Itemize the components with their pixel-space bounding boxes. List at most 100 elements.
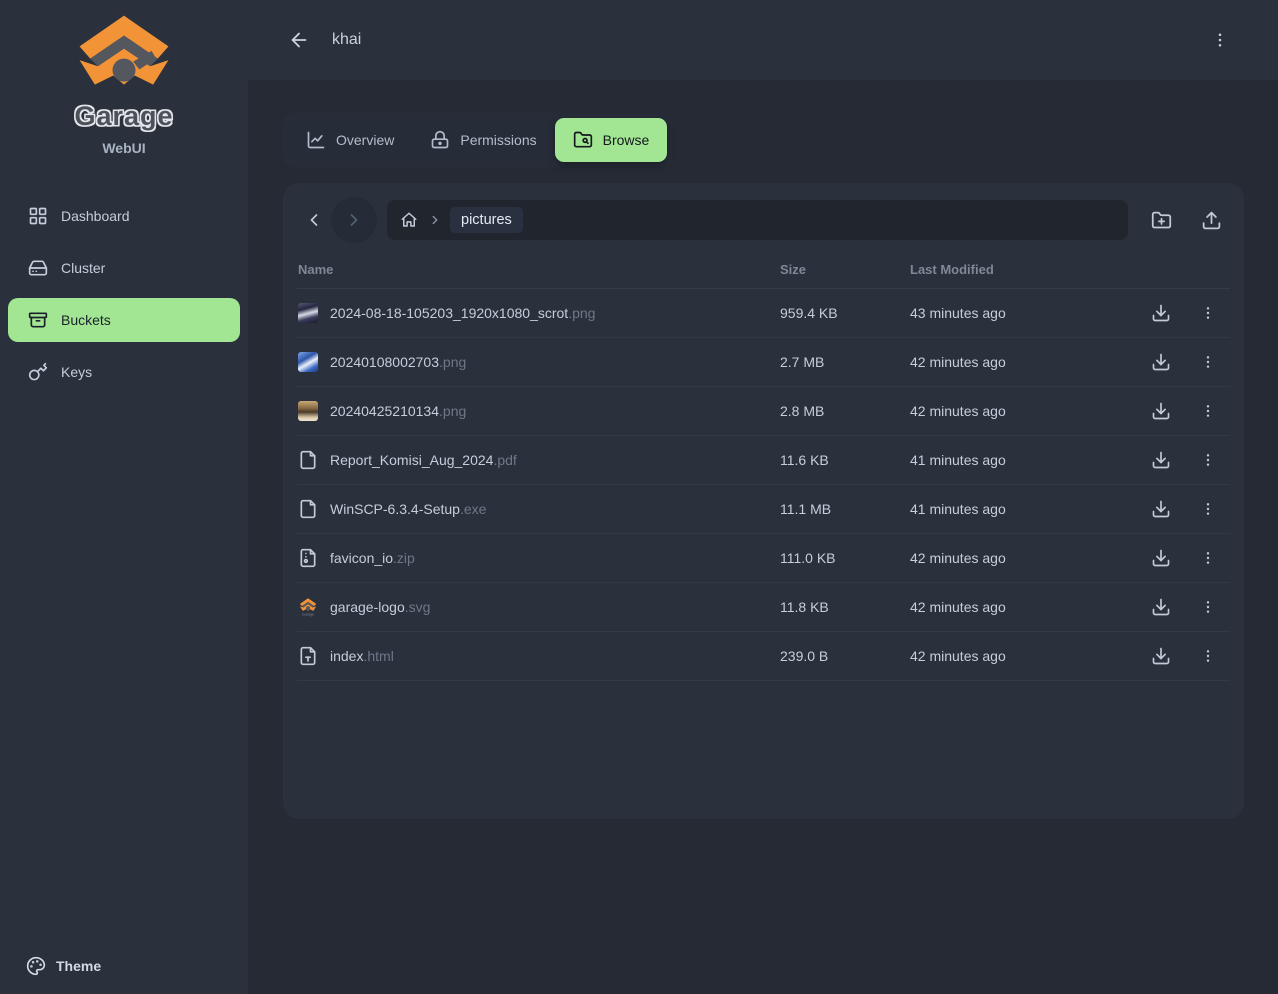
sidebar-item-label: Buckets [61,312,111,328]
download-button[interactable] [1149,644,1173,668]
column-header-name: Name [297,262,780,277]
file-link[interactable]: 20240425210134.png [330,403,466,419]
kebab-menu-icon [1200,452,1216,468]
file-modified: 42 minutes ago [910,550,1135,566]
breadcrumb-folder-pictures[interactable]: pictures [450,207,523,233]
logo-area: Garage WebUI [0,0,248,156]
tab-label: Permissions [460,132,536,148]
image-thumbnail [298,303,318,323]
table-row[interactable]: favicon_io.zip 111.0 KB 42 minutes ago [297,534,1230,583]
tab-label: Overview [336,132,394,148]
download-button[interactable] [1149,497,1173,521]
breadcrumb-home-button[interactable] [400,211,418,229]
upload-icon [1201,210,1222,231]
file-modified: 42 minutes ago [910,403,1135,419]
file-size: 2.8 MB [780,403,910,419]
table-row[interactable]: WinSCP-6.3.4-Setup.exe 11.1 MB 41 minute… [297,485,1230,534]
folder-plus-icon [1151,210,1172,231]
download-button[interactable] [1149,448,1173,472]
garage-webui-app: Garage WebUI Dashboard Cluster [0,0,1278,994]
layout-grid-icon [28,206,48,226]
file-modified: 41 minutes ago [910,452,1135,468]
table-row[interactable]: 2024-08-18-105203_1920x1080_scrot.png 95… [297,289,1230,338]
tab-overview[interactable]: Overview [288,118,412,162]
download-button[interactable] [1149,350,1173,374]
file-name: 2024-08-18-105203_1920x1080_scrot [330,305,568,321]
table-row[interactable]: Garage garage-logo.svg 11.8 KB 42 minute… [297,583,1230,632]
file-extension: .png [439,354,466,370]
tab-permissions[interactable]: Permissions [412,118,554,162]
file-link[interactable]: index.html [330,648,394,664]
bucket-menu-button[interactable] [1207,27,1233,53]
sidebar-item-buckets[interactable]: Buckets [8,298,240,342]
row-menu-button[interactable] [1198,499,1218,519]
file-extension: .png [568,305,595,321]
file-modified: 43 minutes ago [910,305,1135,321]
file-archive-icon [298,548,318,568]
file-name: garage-logo [330,599,405,615]
kebab-menu-icon [1200,501,1216,517]
sidebar-item-label: Dashboard [61,208,130,224]
kebab-menu-icon [1200,599,1216,615]
file-size: 11.8 KB [780,599,910,615]
row-menu-button[interactable] [1198,450,1218,470]
kebab-menu-icon [1200,354,1216,370]
sidebar-item-dashboard[interactable]: Dashboard [8,194,240,238]
palette-icon [26,956,46,976]
image-thumbnail [298,401,318,421]
download-button[interactable] [1149,399,1173,423]
image-thumbnail [298,352,318,372]
history-back-button[interactable] [297,198,331,242]
row-menu-button[interactable] [1198,597,1218,617]
download-button[interactable] [1149,595,1173,619]
file-name: WinSCP-6.3.4-Setup [330,501,460,517]
file-link[interactable]: 20240108002703.png [330,354,466,370]
page-title: khai [332,31,361,49]
file-link[interactable]: WinSCP-6.3.4-Setup.exe [330,501,486,517]
tab-browse[interactable]: Browse [555,118,668,162]
row-menu-button[interactable] [1198,303,1218,323]
row-menu-button[interactable] [1198,548,1218,568]
download-button[interactable] [1149,301,1173,325]
sidebar-item-keys[interactable]: Keys [8,350,240,394]
table-row[interactable]: 20240108002703.png 2.7 MB 42 minutes ago [297,338,1230,387]
table-row[interactable]: Report_Komisi_Aug_2024.pdf 11.6 KB 41 mi… [297,436,1230,485]
kebab-menu-icon [1200,550,1216,566]
file-link[interactable]: 2024-08-18-105203_1920x1080_scrot.png [330,305,595,321]
tab-label: Browse [603,132,650,148]
upload-button[interactable] [1201,210,1222,231]
bucket-header: khai [248,0,1278,80]
download-icon [1151,548,1171,568]
file-link[interactable]: favicon_io.zip [330,550,415,566]
garage-logo-thumbnail: Garage [298,597,318,617]
chevron-right-icon [428,213,442,227]
file-size: 11.6 KB [780,452,910,468]
file-size: 2.7 MB [780,354,910,370]
download-icon [1151,352,1171,372]
row-menu-button[interactable] [1198,352,1218,372]
file-link[interactable]: garage-logo.svg [330,599,430,615]
file-size: 11.1 MB [780,501,910,517]
download-button[interactable] [1149,546,1173,570]
row-menu-button[interactable] [1198,646,1218,666]
file-link[interactable]: Report_Komisi_Aug_2024.pdf [330,452,517,468]
table-row[interactable]: index.html 239.0 B 42 minutes ago [297,632,1230,681]
archive-box-icon [28,310,48,330]
download-icon [1151,401,1171,421]
back-button[interactable] [288,29,310,51]
file-name: 20240425210134 [330,403,439,419]
download-icon [1151,450,1171,470]
row-menu-button[interactable] [1198,401,1218,421]
kebab-menu-icon [1211,31,1229,49]
breadcrumb: pictures [387,200,1128,240]
kebab-menu-icon [1200,648,1216,664]
garage-logo-icon [78,14,170,94]
sidebar: Garage WebUI Dashboard Cluster [0,0,248,994]
file-extension: .zip [393,550,415,566]
sidebar-item-cluster[interactable]: Cluster [8,246,240,290]
theme-toggle[interactable]: Theme [0,936,248,994]
history-forward-button[interactable] [331,197,377,243]
new-folder-button[interactable] [1151,210,1172,231]
table-row[interactable]: 20240425210134.png 2.8 MB 42 minutes ago [297,387,1230,436]
file-extension: .svg [405,599,431,615]
